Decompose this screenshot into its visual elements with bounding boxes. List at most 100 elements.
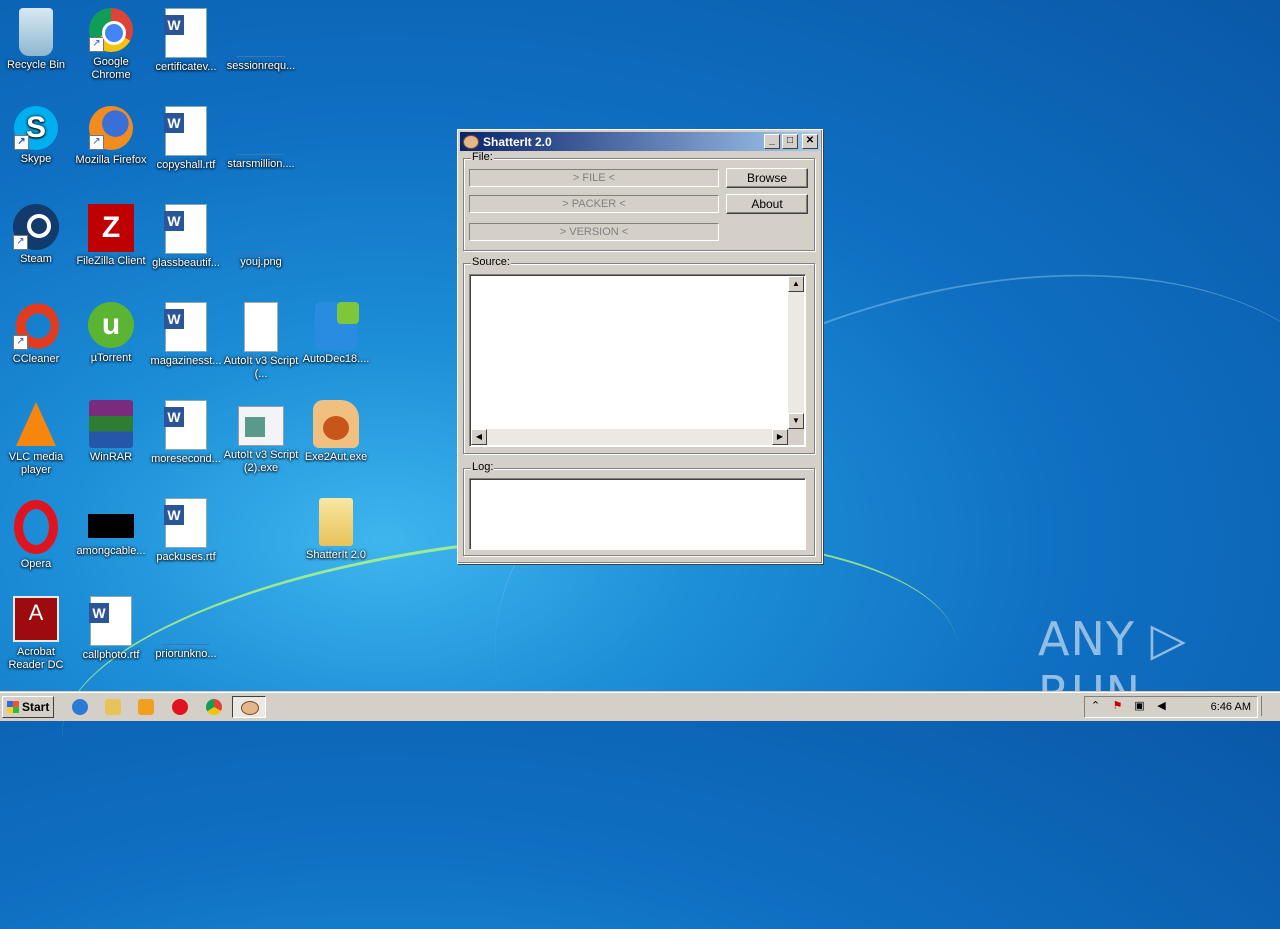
minimize-button[interactable]: _	[764, 134, 780, 149]
source-group: Source: ▲ ▼ ◀ ▶	[463, 256, 815, 454]
desktop-icon-utorrent[interactable]: u µTorrent	[73, 302, 149, 365]
brain-app-icon	[463, 134, 479, 149]
vlc-cone-icon	[16, 402, 56, 446]
maximize-button[interactable]: □	[782, 134, 798, 149]
desktop-icon-vlc[interactable]: VLC media player	[0, 400, 74, 477]
firefox-icon: ↗	[89, 106, 133, 150]
desktop-icon-label: VLC media player	[8, 451, 64, 476]
blank-file-icon	[162, 596, 210, 645]
scroll-up-arrow-icon[interactable]: ▲	[788, 276, 804, 292]
taskbar: Start ⌃ ⚑ ▣ ◀ 6:46 AM	[0, 692, 1280, 721]
chrome-taskbar-icon[interactable]	[206, 699, 222, 715]
start-button[interactable]: Start	[2, 696, 54, 718]
log-group: Log:	[463, 461, 815, 556]
desktop-icon-chrome[interactable]: ↗ Google Chrome	[73, 8, 149, 82]
desktop-icon-ccleaner[interactable]: ↗ CCleaner	[0, 302, 74, 366]
opera-icon	[14, 500, 58, 554]
desktop-icon-amongcable[interactable]: amongcable...	[73, 498, 149, 558]
desktop-icon-starsmillion[interactable]: starsmillion....	[223, 106, 299, 171]
desktop-icon-label: FileZilla Client	[76, 255, 146, 267]
network-icon[interactable]: ▣	[1133, 700, 1146, 713]
desktop-icon-copyshall[interactable]: copyshall.rtf	[148, 106, 224, 172]
scroll-right-arrow-icon[interactable]: ▶	[772, 429, 788, 445]
source-textarea[interactable]: ▲ ▼ ◀ ▶	[469, 274, 806, 447]
desktop-icon-exe2aut[interactable]: Exe2Aut.exe	[298, 400, 374, 464]
scroll-left-arrow-icon[interactable]: ◀	[471, 429, 487, 445]
blank-file-icon	[237, 8, 285, 57]
explorer-folder-icon[interactable]	[105, 699, 121, 715]
desktop-icon-label: Google Chrome	[91, 56, 131, 81]
desktop-icon-steam[interactable]: ↗ Steam	[0, 204, 74, 266]
shortcut-arrow-icon: ↗	[14, 135, 29, 150]
desktop-icon-magazinesst[interactable]: magazinesst...	[148, 302, 224, 368]
desktop-icon-label: CCleaner	[12, 353, 60, 365]
desktop-icon-label: Acrobat Reader DC	[8, 646, 64, 671]
desktop-icon-recycle-bin[interactable]: Recycle Bin	[0, 8, 74, 72]
word-document-icon	[164, 8, 207, 58]
desktop-icon-autoit-script-2[interactable]: AutoIt v3 Script (2).exe	[223, 400, 299, 475]
volume-icon[interactable]: ◀	[1155, 700, 1168, 713]
browse-button[interactable]: Browse	[726, 168, 808, 188]
desktop-icon-packuses[interactable]: packuses.rtf	[148, 498, 224, 564]
puzzle-piece-icon	[315, 302, 359, 350]
file-group: File: > FILE < > PACKER < > VERSION < Br…	[463, 151, 815, 251]
desktop-icon-label: Mozilla Firefox	[75, 154, 147, 166]
word-document-icon	[164, 106, 207, 156]
media-player-icon[interactable]	[138, 699, 154, 715]
desktop-icon-label: glassbeautif...	[152, 257, 220, 269]
window-title: ShatterIt 2.0	[483, 134, 552, 149]
show-desktop-button[interactable]	[1261, 696, 1276, 716]
filezilla-icon: Z	[88, 204, 134, 252]
word-document-icon	[164, 204, 207, 254]
scrollbar-corner	[788, 429, 804, 445]
desktop-icon-moresecond[interactable]: moresecond...	[148, 400, 224, 466]
desktop-icon-sessionrequ[interactable]: sessionrequ...	[223, 8, 299, 73]
horizontal-scrollbar[interactable]: ◀ ▶	[471, 429, 788, 445]
desktop-icon-callphoto[interactable]: callphoto.rtf	[73, 596, 149, 662]
desktop-icon-acrobat[interactable]: Acrobat Reader DC	[0, 596, 74, 672]
desktop-icon-winrar[interactable]: WinRAR	[73, 400, 149, 464]
desktop-icon-skype[interactable]: S ↗ Skype	[0, 106, 74, 166]
blank-file-icon	[237, 204, 285, 253]
log-group-label: Log:	[471, 461, 495, 473]
desktop-icon-autoit-script[interactable]: AutoIt v3 Script (...	[223, 302, 299, 381]
opera-taskbar-icon[interactable]	[172, 699, 188, 715]
word-document-icon	[164, 302, 207, 352]
desktop-icon-label: AutoDec18....	[302, 353, 370, 365]
show-hidden-icons-icon[interactable]: ⌃	[1089, 700, 1102, 713]
desktop-icon-label: magazinesst...	[150, 355, 222, 367]
desktop-icon-filezilla[interactable]: Z FileZilla Client	[73, 204, 149, 268]
desktop-icon-opera[interactable]: Opera	[0, 498, 74, 571]
vertical-scrollbar[interactable]: ▲ ▼	[788, 276, 804, 429]
desktop-icon-label: sessionrequ...	[226, 60, 296, 72]
version-field: > VERSION <	[469, 223, 719, 241]
window-titlebar[interactable]: ShatterIt 2.0 _ □ ✕	[460, 132, 820, 151]
about-button[interactable]: About	[726, 194, 808, 214]
desktop-icon-label: priorunkno...	[155, 648, 217, 660]
close-button[interactable]: ✕	[802, 134, 818, 149]
blank-file-icon	[237, 106, 285, 155]
desktop-icon-label: callphoto.rtf	[82, 649, 140, 661]
desktop-icon-label: ShatterIt 2.0	[306, 549, 366, 561]
clock[interactable]: 6:46 AM	[1211, 697, 1251, 717]
desktop-icon-certificatev[interactable]: certificatev...	[148, 8, 224, 74]
action-center-flag-icon[interactable]: ⚑	[1111, 700, 1124, 713]
desktop-icon-youj[interactable]: youj.png	[223, 204, 299, 269]
word-document-icon	[164, 498, 207, 548]
shortcut-arrow-icon: ↗	[89, 37, 104, 52]
start-label: Start	[22, 700, 50, 714]
taskbar-button-shatterit[interactable]	[232, 696, 266, 718]
desktop-icon-label: moresecond...	[151, 453, 221, 465]
windows-logo-icon	[7, 701, 19, 713]
desktop-icon-shatterit-folder[interactable]: ShatterIt 2.0	[298, 498, 374, 562]
desktop-icon-autodec[interactable]: AutoDec18....	[298, 302, 374, 366]
desktop-icon-priorunkno[interactable]: priorunkno...	[148, 596, 224, 661]
scroll-down-arrow-icon[interactable]: ▼	[788, 413, 804, 429]
desktop-icon-firefox[interactable]: ↗ Mozilla Firefox	[73, 106, 149, 167]
desktop-icon-label: youj.png	[240, 256, 282, 268]
desktop-icon-label: certificatev...	[155, 61, 217, 73]
log-textarea[interactable]	[469, 478, 806, 550]
system-tray: ⌃ ⚑ ▣ ◀ 6:46 AM	[1084, 696, 1258, 718]
desktop-icon-glassbeautif[interactable]: glassbeautif...	[148, 204, 224, 270]
internet-explorer-icon[interactable]	[72, 699, 88, 715]
